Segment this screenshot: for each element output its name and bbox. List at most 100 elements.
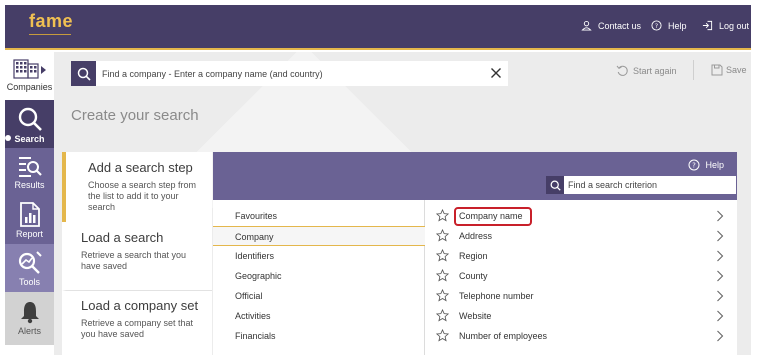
star-icon[interactable] [436, 249, 449, 262]
load-search-card[interactable]: Load a search Retrieve a search that you… [62, 222, 212, 290]
company-search-input[interactable] [102, 61, 482, 86]
criterion-label: County [459, 271, 488, 281]
company-search-box [71, 61, 508, 86]
star-icon[interactable] [436, 309, 449, 322]
start-again-button[interactable]: Start again [616, 64, 677, 77]
load-company-set-title: Load a company set [81, 298, 199, 313]
criterion-county[interactable]: County [425, 266, 737, 286]
fame-logo[interactable]: fame [29, 11, 73, 32]
nav-search[interactable]: Search [5, 100, 54, 148]
star-icon[interactable] [436, 289, 449, 302]
chevron-right-icon [717, 290, 724, 302]
help-label: Help [668, 20, 687, 31]
main-content: Start again Save Create your search ? He… [54, 52, 751, 355]
criterion-label: Company name [459, 211, 523, 221]
chevron-right-icon [717, 250, 724, 262]
chevron-right-icon [717, 270, 724, 282]
criterion-search-input[interactable] [568, 176, 734, 194]
nav-report[interactable]: Report [5, 196, 54, 244]
star-icon[interactable] [436, 269, 449, 282]
close-icon[interactable] [490, 67, 502, 79]
star-icon[interactable] [436, 209, 449, 222]
criterion-telephone-number[interactable]: Telephone number [425, 286, 737, 306]
criterion-region[interactable]: Region [425, 246, 737, 266]
nav-alerts-label: Alerts [17, 326, 41, 336]
companies-icon [12, 59, 46, 79]
nav-companies-label: Companies [6, 82, 53, 92]
nav-results[interactable]: Results [5, 148, 54, 196]
criteria-panel-header: ? Help [213, 152, 737, 200]
contact-us-link[interactable]: Contact us [581, 20, 641, 31]
save-icon [711, 64, 723, 76]
nav-companies[interactable]: Companies [5, 52, 54, 100]
load-search-description: Retrieve a search that you have saved [81, 250, 187, 271]
chevron-right-icon [717, 310, 724, 322]
search-icon [18, 107, 42, 131]
help-icon: ? [688, 159, 700, 171]
criterion-label: Website [459, 311, 492, 321]
nav-results-label: Results [14, 180, 45, 190]
nav-tools-label: Tools [18, 277, 40, 287]
category-identifiers[interactable]: Identifiers [213, 246, 425, 266]
criterion-company-name[interactable]: Company name [425, 206, 737, 226]
nav-tools[interactable]: Tools [5, 244, 54, 292]
logout-icon [702, 20, 713, 31]
logo-underline [29, 34, 71, 35]
svg-text:?: ? [655, 22, 658, 30]
left-navigation: Companies Search Results Report Tools Al… [5, 52, 54, 355]
category-activities[interactable]: Activities [213, 306, 425, 326]
person-icon [581, 21, 592, 31]
category-official[interactable]: Official [213, 286, 425, 306]
top-bar: fame Contact us ? Help Log out [5, 5, 751, 50]
criterion-label: Address [459, 231, 493, 241]
log-out-label: Log out [719, 20, 750, 31]
category-financials[interactable]: Financials [213, 326, 425, 346]
add-search-step-title: Add a search step [88, 160, 193, 175]
company-search-button[interactable] [71, 61, 96, 86]
criterion-label: Telephone number [459, 291, 534, 301]
nav-report-label: Report [15, 229, 43, 239]
toolbar-divider [693, 60, 694, 80]
panel-help-label: Help [705, 160, 724, 170]
load-company-set-card[interactable]: Load a company set Retrieve a company se… [62, 290, 212, 355]
chevron-right-icon [717, 330, 724, 342]
load-search-title: Load a search [81, 230, 164, 245]
help-link[interactable]: ? Help [651, 20, 687, 31]
bell-icon [20, 302, 39, 324]
criteria-list: Company name Address Region County Telep… [425, 200, 737, 355]
add-search-step-card[interactable]: Add a search step Choose a search step f… [62, 152, 212, 222]
save-button[interactable]: Save [711, 64, 747, 76]
restart-icon [616, 65, 628, 76]
criterion-label: Region [459, 251, 488, 261]
nav-alerts[interactable]: Alerts [5, 292, 54, 345]
chevron-right-icon [717, 230, 724, 242]
page-title: Create your search [71, 107, 199, 124]
star-icon[interactable] [436, 229, 449, 242]
svg-text:?: ? [693, 162, 697, 170]
results-icon [18, 157, 42, 177]
category-geographic[interactable]: Geographic [213, 266, 425, 286]
add-search-step-description: Choose a search step from the list to ad… [88, 180, 197, 212]
criterion-website[interactable]: Website [425, 306, 737, 326]
criterion-search-button[interactable] [546, 176, 564, 194]
log-out-link[interactable]: Log out [702, 20, 749, 31]
save-label: Save [726, 65, 747, 75]
category-favourites[interactable]: Favourites [213, 206, 425, 226]
tools-icon [18, 251, 42, 274]
panel-help-link[interactable]: ? Help [688, 159, 724, 171]
active-indicator-dot [5, 135, 11, 141]
load-company-set-description: Retrieve a company set that you have sav… [81, 318, 194, 339]
star-icon[interactable] [436, 329, 449, 342]
search-icon [77, 67, 91, 81]
chevron-right-icon [717, 210, 724, 222]
nav-search-label: Search [14, 134, 45, 144]
contact-us-label: Contact us [598, 20, 642, 31]
criterion-address[interactable]: Address [425, 226, 737, 246]
criterion-search-box [546, 176, 736, 194]
report-icon [19, 202, 40, 227]
search-icon [550, 180, 561, 191]
category-company[interactable]: Company [213, 226, 425, 246]
criterion-label: Number of employees [459, 331, 548, 341]
category-list: Favourites Company Identifiers Geographi… [213, 200, 425, 355]
criterion-number-of-employees[interactable]: Number of employees [425, 326, 737, 346]
